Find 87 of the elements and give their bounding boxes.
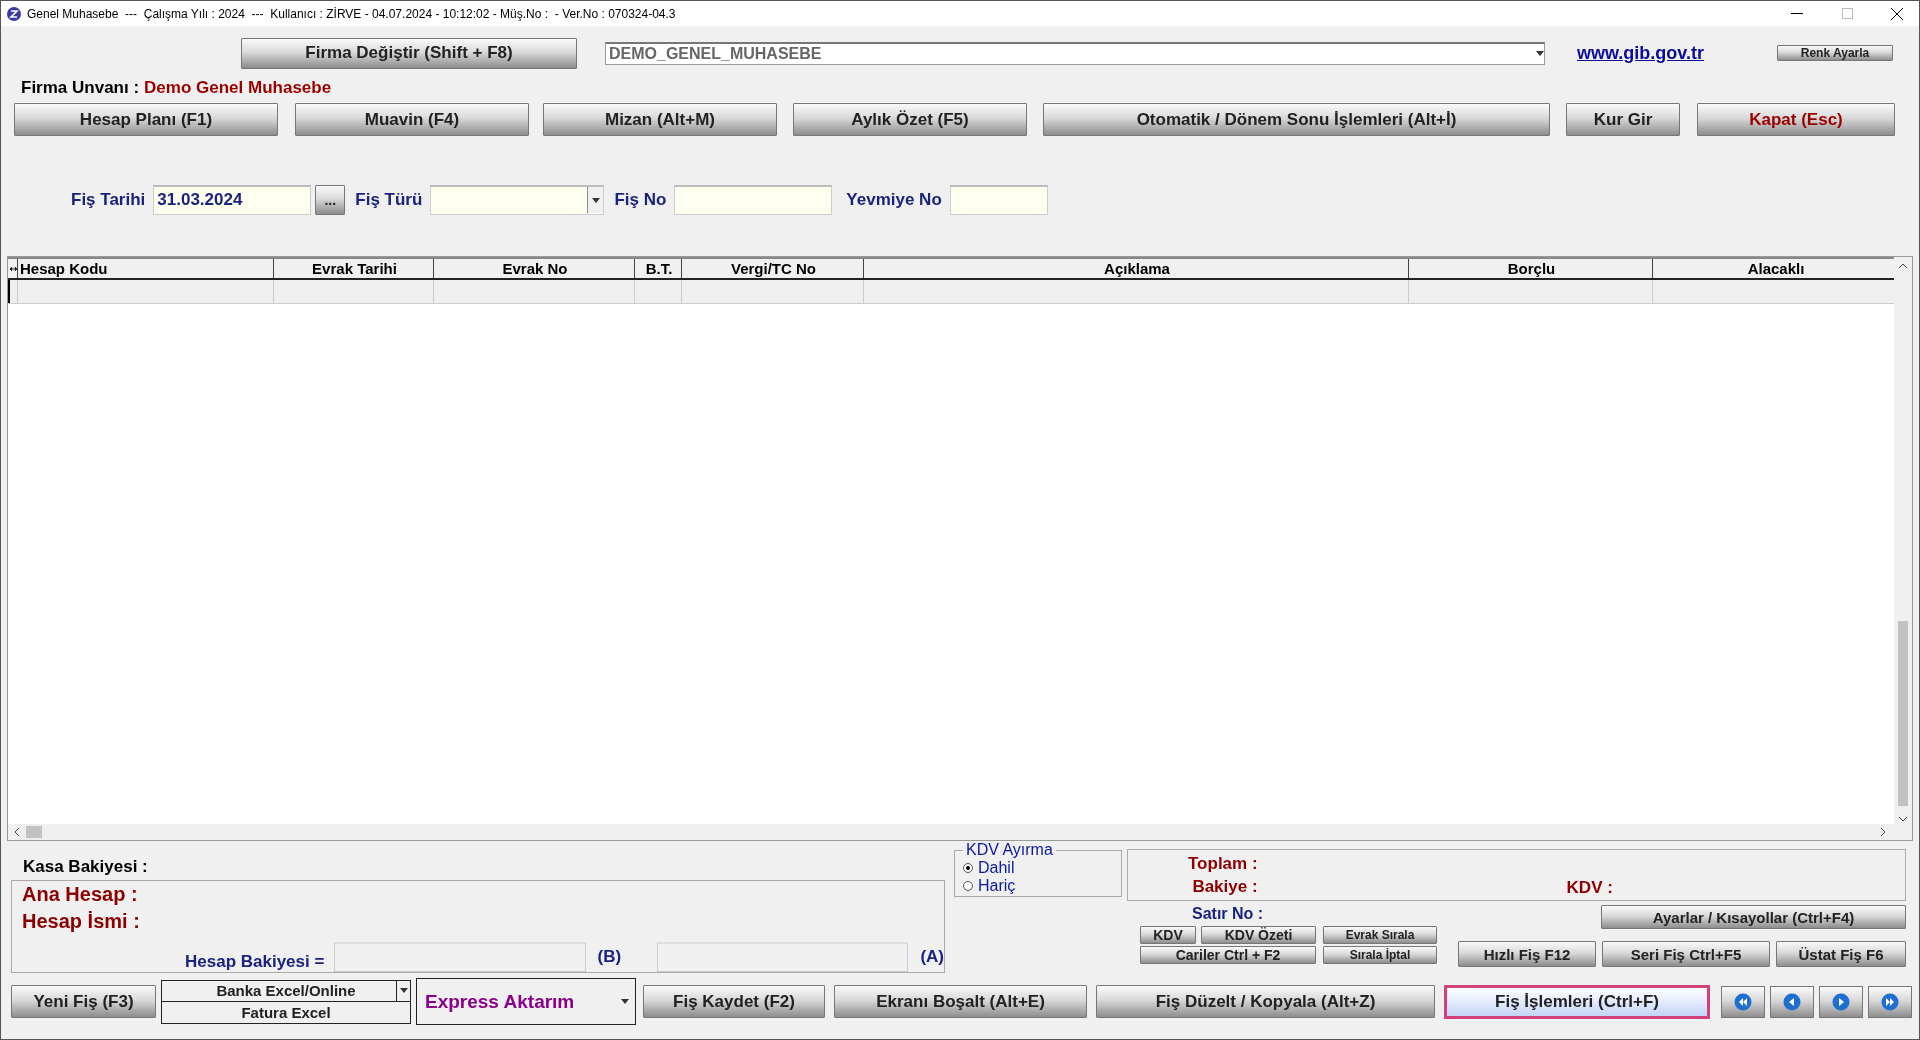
radio-option[interactable]: Dahil — [963, 859, 1111, 877]
dropdown-caret-icon — [399, 988, 408, 994]
balance-label: Bakiye : — [1192, 877, 1258, 897]
app-logo-icon — [7, 6, 21, 21]
cash-balance-label: Kasa Bakiyesi : — [23, 857, 149, 877]
settings-shortcuts-button[interactable]: Ayarlar / Kısayollar (Ctrl+F4) — [1601, 905, 1906, 929]
menu-button[interactable]: Aylık Özet (F5) — [793, 103, 1027, 136]
column-header[interactable]: Evrak Tarihi — [274, 259, 434, 278]
last-icon — [1881, 992, 1899, 1011]
b-label: (B) — [597, 947, 622, 967]
vat-label: KDV : — [1566, 878, 1613, 898]
import-option[interactable]: Banka Excel/Online — [162, 980, 410, 1001]
radio-button[interactable] — [963, 863, 973, 873]
menu-button[interactable]: Muavin (F4) — [295, 103, 529, 136]
sort-documents-button[interactable]: Evrak Sırala — [1323, 926, 1437, 944]
action-button[interactable]: Ekranı Boşalt (Alt+E) — [834, 985, 1087, 1018]
column-header[interactable]: B.T. — [635, 259, 682, 278]
gib-link[interactable]: www.gib.gov.tr — [1577, 42, 1704, 64]
account-name-label: Hesap İsmi : — [22, 910, 141, 933]
vat-button[interactable]: KDV — [1140, 926, 1196, 944]
navigation-button[interactable] — [1868, 985, 1912, 1018]
resize-columns-icon[interactable] — [8, 259, 18, 278]
first-icon — [1734, 992, 1752, 1011]
import-option[interactable]: Fatura Excel — [162, 1001, 410, 1023]
change-company-button[interactable]: Firma Değiştir (Shift + F8) — [241, 37, 577, 69]
date-picker-button[interactable]: ... — [315, 184, 346, 215]
field-label: Fiş Tarihi — [71, 189, 146, 210]
field-label: Fiş No — [614, 189, 667, 210]
cancel-sort-button[interactable]: Sırala İptal — [1323, 946, 1437, 964]
action-button[interactable]: Fiş İşlemleri (Ctrl+F) — [1444, 984, 1710, 1019]
color-settings-button[interactable]: Renk Ayarla — [1777, 45, 1893, 61]
row-number-label: Satır No : — [1192, 905, 1265, 923]
date-field[interactable]: 31.03.2024 — [153, 184, 312, 215]
import-list[interactable]: Banka Excel/Online Fatura Excel — [161, 979, 411, 1024]
scroll-left-icon[interactable] — [12, 827, 22, 837]
menu-button[interactable]: Kur Gir — [1566, 103, 1680, 136]
column-header[interactable]: Borçlu — [1409, 259, 1653, 278]
menu-button[interactable]: Kapat (Esc) — [1697, 103, 1895, 136]
dropdown-caret-icon — [1536, 51, 1544, 56]
total-label: Toplam : — [1188, 854, 1258, 874]
account-balance-label: Hesap Bakiyesi = — [185, 952, 325, 972]
company-name: Demo Genel Muhasebe — [144, 78, 332, 98]
quick-voucher-button[interactable]: Üstat Fiş F6 — [1776, 941, 1906, 967]
scroll-thumb[interactable] — [26, 826, 42, 838]
radio-option[interactable]: Hariç — [963, 877, 1111, 895]
company-title-label: Firma Unvanı : — [21, 78, 140, 98]
menu-button[interactable]: Mizan (Alt+M) — [543, 103, 777, 136]
quick-voucher-button[interactable]: Seri Fiş Ctrl+F5 — [1602, 941, 1770, 967]
window-title: Genel Muhasebe --- Çalışma Yılı : 2024 --- Kullanıcı : ZİRVE - 04.07.2024 - 10:12:02 - Müş.No : - Ver.No : 070324-04.3 — [27, 6, 677, 21]
field-label: Yevmiye No — [846, 189, 942, 210]
customers-button[interactable]: Cariler Ctrl + F2 — [1140, 946, 1316, 964]
column-header[interactable]: Vergi/TC No — [682, 259, 864, 278]
radio-button[interactable] — [963, 881, 973, 891]
menu-button[interactable]: Otomatik / Dönem Sonu İşlemleri (Alt+İ) — [1043, 103, 1550, 136]
group-title: KDV Ayırma — [965, 841, 1054, 859]
text-field[interactable] — [674, 184, 833, 215]
vertical-scrollbar[interactable] — [1894, 257, 1912, 824]
new-voucher-button[interactable]: Yeni Fiş (F3) — [11, 985, 156, 1018]
maximize-icon — [1841, 8, 1853, 19]
company-select[interactable]: DEMO_GENEL_MUHASEBE — [605, 41, 1545, 65]
column-header[interactable]: Hesap Kodu — [18, 259, 274, 278]
previous-icon — [1783, 992, 1801, 1011]
action-button[interactable]: Fiş Düzelt / Kopyala (Alt+Z) — [1096, 985, 1435, 1018]
next-icon — [1832, 992, 1850, 1011]
scroll-down-icon[interactable] — [1898, 814, 1908, 824]
scroll-up-icon[interactable] — [1898, 261, 1908, 271]
column-header[interactable]: Açıklama — [864, 259, 1409, 278]
a-label: (A) — [920, 947, 944, 967]
quick-voucher-button[interactable]: Hızlı Fiş F12 — [1458, 941, 1596, 967]
column-header[interactable]: Evrak No — [434, 259, 635, 278]
close-icon — [1891, 7, 1903, 20]
minimize-icon — [1791, 12, 1803, 15]
navigation-button[interactable] — [1721, 985, 1765, 1018]
action-button[interactable]: Fiş Kaydet (F2) — [643, 985, 825, 1018]
navigation-button[interactable] — [1819, 985, 1863, 1018]
scroll-thumb[interactable] — [1898, 621, 1908, 806]
dropdown-caret-icon — [621, 999, 629, 1004]
menu-button[interactable]: Hesap Planı (F1) — [14, 103, 278, 136]
field-label: Fiş Türü — [355, 189, 423, 210]
horizontal-scrollbar[interactable] — [8, 824, 1912, 840]
scroll-right-icon[interactable] — [1878, 827, 1888, 837]
text-field[interactable] — [949, 184, 1048, 215]
main-account-label: Ana Hesap : — [22, 883, 139, 906]
dropdown-caret-icon — [591, 197, 600, 203]
vat-summary-button[interactable]: KDV Özeti — [1201, 926, 1316, 944]
express-transfer-select[interactable]: Express Aktarım — [416, 978, 636, 1025]
navigation-button[interactable] — [1770, 985, 1814, 1018]
